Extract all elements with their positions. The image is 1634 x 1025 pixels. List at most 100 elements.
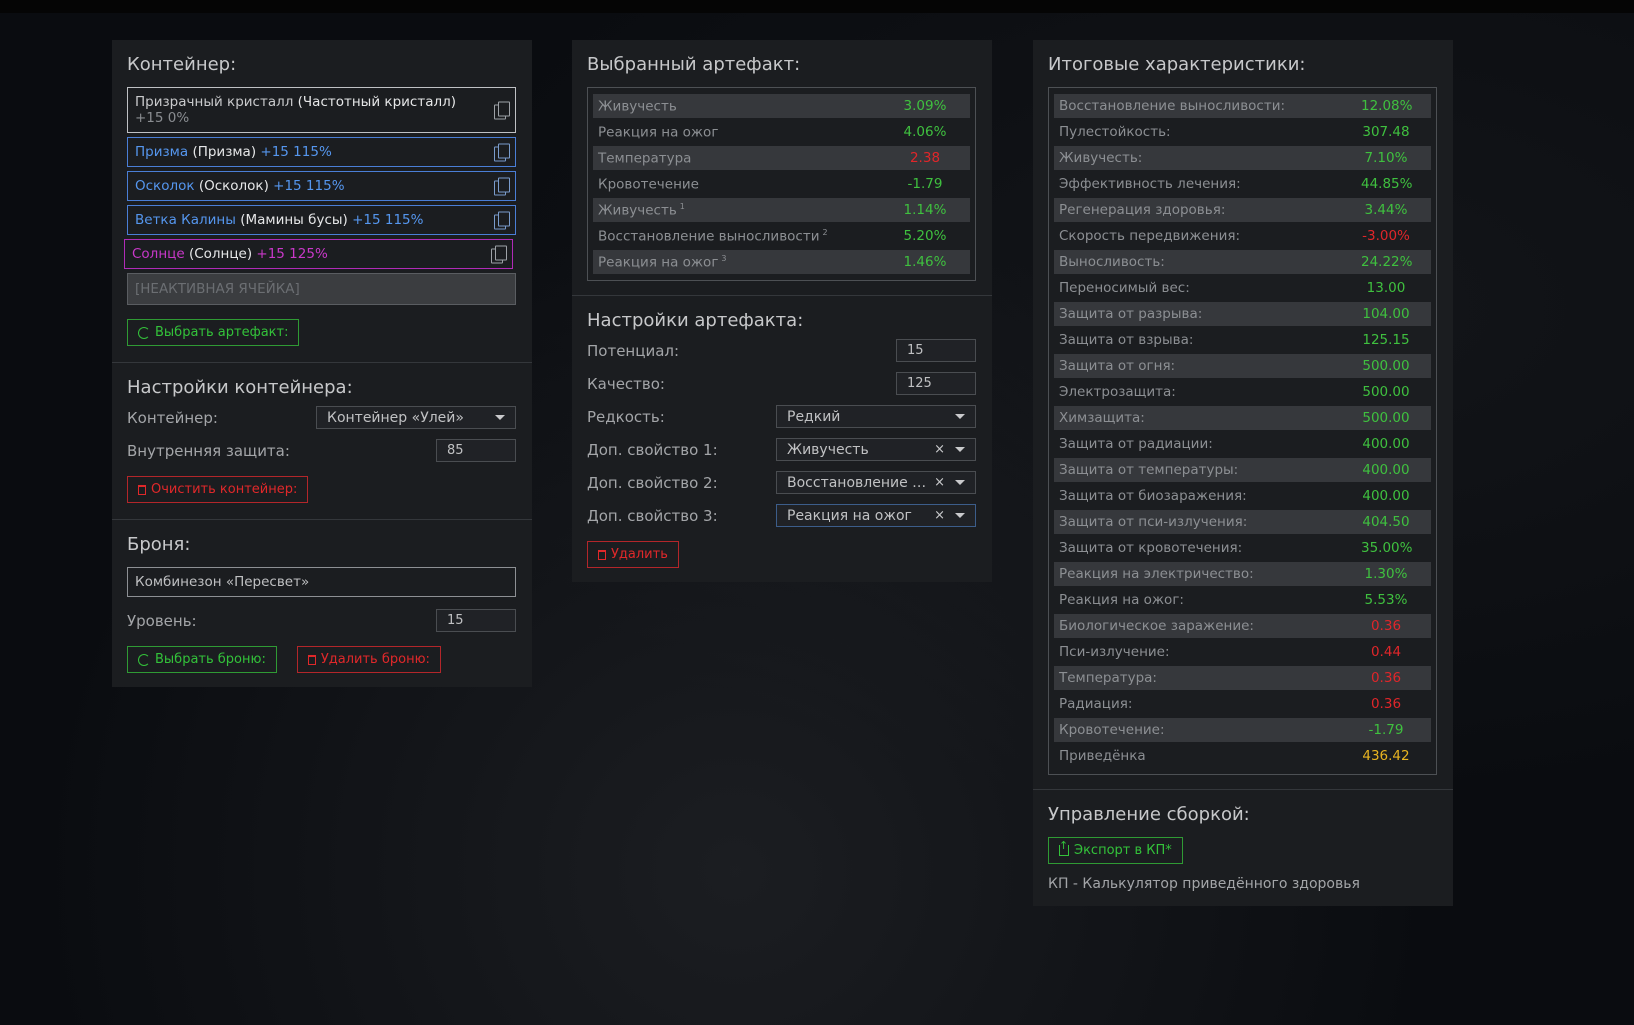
copy-icon[interactable] xyxy=(494,177,510,196)
clear-container-button[interactable]: Очистить контейнер: xyxy=(127,476,309,503)
artifact-stat-row: Кровотечение -1.79 xyxy=(593,172,970,196)
container-slot[interactable]: Солнце (Солнце) +15 125% xyxy=(124,239,513,269)
stat-label: Защита от кровотечения: xyxy=(1059,540,1243,556)
stat-value: 0.44 xyxy=(1370,644,1402,660)
stat-label: Восстановление выносливости 2 xyxy=(598,228,828,245)
stat-value: 0.36 xyxy=(1370,670,1402,686)
copy-icon[interactable] xyxy=(494,101,510,120)
totals-title: Итоговые характеристики: xyxy=(1048,54,1306,75)
stat-value: 2.38 xyxy=(909,150,941,166)
total-stat-row: Температура: 0.36 xyxy=(1054,666,1431,690)
stat-value: 500.00 xyxy=(1362,410,1410,426)
select-armor-button[interactable]: Выбрать броню: xyxy=(127,646,277,673)
copy-icon[interactable] xyxy=(494,211,510,230)
select-armor-label: Выбрать броню: xyxy=(155,652,266,667)
total-stat-row: Защита от взрыва: 125.15 xyxy=(1054,328,1431,352)
total-stat-row: Восстановление выносливости: 12.08% xyxy=(1054,94,1431,118)
stat-label: Живучесть xyxy=(598,98,680,114)
armor-field[interactable]: Комбинезон «Пересвет» xyxy=(127,567,516,597)
stat-label-text: Реакция на ожог xyxy=(598,124,719,141)
stat-label: Кровотечение xyxy=(598,176,702,193)
stat-value: 1.30% xyxy=(1364,566,1408,582)
prop2-value: Восстановление выносливости xyxy=(787,474,934,491)
container-select[interactable]: Контейнер «Улей» xyxy=(316,406,516,429)
container-slot[interactable]: Осколок (Осколок) +15 115% xyxy=(127,171,516,201)
total-stat-row: Биологическое заражение: 0.36 xyxy=(1054,614,1431,638)
rarity-label: Редкость: xyxy=(587,407,665,426)
delete-armor-label: Удалить броню: xyxy=(320,652,430,667)
rarity-select[interactable]: Редкий xyxy=(776,405,976,428)
container-slot[interactable]: Ветка Калины (Мамины бусы) +15 115% xyxy=(127,205,516,235)
footnote: КП - Калькулятор приведённого здоровья xyxy=(1048,876,1360,892)
armor-level-label: Уровень: xyxy=(127,611,197,630)
upload-icon xyxy=(1059,839,1069,856)
total-stat-row: Скорость передвижения: -3.00% xyxy=(1054,224,1431,248)
prop3-select[interactable]: Реакция на ожог × xyxy=(776,504,976,527)
total-stat-row: Пси-излучение: 0.44 xyxy=(1054,640,1431,664)
slot-artifact-name: Призрачный кристалл xyxy=(135,94,294,110)
stat-value: 24.22% xyxy=(1361,254,1413,270)
stat-value: 12.08% xyxy=(1361,98,1413,114)
stat-label: Переносимый вес: xyxy=(1059,280,1190,296)
slot-level: +15 115% xyxy=(273,178,345,194)
copy-icon[interactable] xyxy=(494,143,510,162)
total-stat-row: Защита от температуры: 400.00 xyxy=(1054,458,1431,482)
prop2-select[interactable]: Восстановление выносливости × xyxy=(776,471,976,494)
total-stat-row: Радиация: 0.36 xyxy=(1054,692,1431,716)
total-stat-row: Защита от кровотечения: 35.00% xyxy=(1054,536,1431,560)
stat-label: Защита от температуры: xyxy=(1059,462,1239,478)
slot-artifact-name: Осколок xyxy=(135,178,195,194)
stat-value: 1.46% xyxy=(903,254,947,270)
protection-input[interactable]: 85 xyxy=(436,439,516,462)
stat-value: 4.06% xyxy=(903,124,947,140)
quality-input[interactable]: 125 xyxy=(896,372,976,395)
clear-icon[interactable]: × xyxy=(934,442,945,457)
total-stat-row: Эффективность лечения: 44.85% xyxy=(1054,172,1431,196)
armor-level-input[interactable]: 15 xyxy=(436,609,516,632)
export-button[interactable]: Экспорт в КП* xyxy=(1048,837,1183,864)
container-title: Контейнер: xyxy=(127,54,237,75)
totals-panel: Итоговые характеристики: Восстановление … xyxy=(1033,40,1453,906)
prop3-row: Доп. свойство 3: Реакция на ожог × xyxy=(587,504,976,527)
clear-icon[interactable]: × xyxy=(934,475,945,490)
slot-artifact-name: Ветка Калины xyxy=(135,212,236,228)
delete-artifact-button[interactable]: Удалить xyxy=(587,541,679,568)
slot-original-name: (Мамины бусы) xyxy=(240,212,348,228)
total-stat-row: Реакция на электричество: 1.30% xyxy=(1054,562,1431,586)
stat-footnote: 2 xyxy=(822,227,828,237)
stat-footnote: 3 xyxy=(721,253,727,263)
total-stat-row: Регенерация здоровья: 3.44% xyxy=(1054,198,1431,222)
container-slot[interactable]: Призрачный кристалл (Частотный кристалл)… xyxy=(127,87,516,133)
stat-label-text: Кровотечение xyxy=(598,176,699,193)
total-stat-row: Электрозащита: 500.00 xyxy=(1054,380,1431,404)
clear-icon[interactable]: × xyxy=(934,508,945,523)
slot-artifact-name: Призма xyxy=(135,144,189,160)
chevron-down-icon xyxy=(495,415,505,420)
prop2-row: Доп. свойство 2: Восстановление вынослив… xyxy=(587,471,976,494)
total-stat-row: Защита от пси-излучения: 404.50 xyxy=(1054,510,1431,534)
prop3-value: Реакция на ожог xyxy=(787,507,912,524)
trash-icon xyxy=(307,654,316,665)
container-row: Контейнер: Контейнер «Улей» xyxy=(127,406,516,429)
stat-label: Приведёнка xyxy=(1059,748,1146,764)
export-label: Экспорт в КП* xyxy=(1074,843,1172,858)
copy-icon[interactable] xyxy=(491,245,507,264)
rarity-value: Редкий xyxy=(787,408,841,425)
total-stat-row: Пулестойкость: 307.48 xyxy=(1054,120,1431,144)
stat-label: Температура: xyxy=(1059,670,1157,686)
potential-input[interactable]: 15 xyxy=(896,339,976,362)
delete-armor-button[interactable]: Удалить броню: xyxy=(296,646,441,673)
prop1-select[interactable]: Живучесть × xyxy=(776,438,976,461)
inactive-slot: [НЕАКТИВНАЯ ЯЧЕЙКА] xyxy=(127,273,516,305)
armor-level-row: Уровень: 15 xyxy=(127,609,516,632)
select-artifact-button[interactable]: Выбрать артефакт: xyxy=(127,319,300,346)
stat-value: 1.14% xyxy=(903,202,947,218)
total-stat-row: Защита от разрыва: 104.00 xyxy=(1054,302,1431,326)
stat-label-text: Реакция на ожог xyxy=(598,254,719,271)
total-stat-row: Защита от огня: 500.00 xyxy=(1054,354,1431,378)
stat-label: Радиация: xyxy=(1059,696,1133,712)
slot-original-name: (Частотный кристалл) xyxy=(297,94,456,110)
total-stat-row: Защита от радиации: 400.00 xyxy=(1054,432,1431,456)
stat-value: 7.10% xyxy=(1364,150,1408,166)
container-slot[interactable]: Призма (Призма) +15 115% xyxy=(127,137,516,167)
